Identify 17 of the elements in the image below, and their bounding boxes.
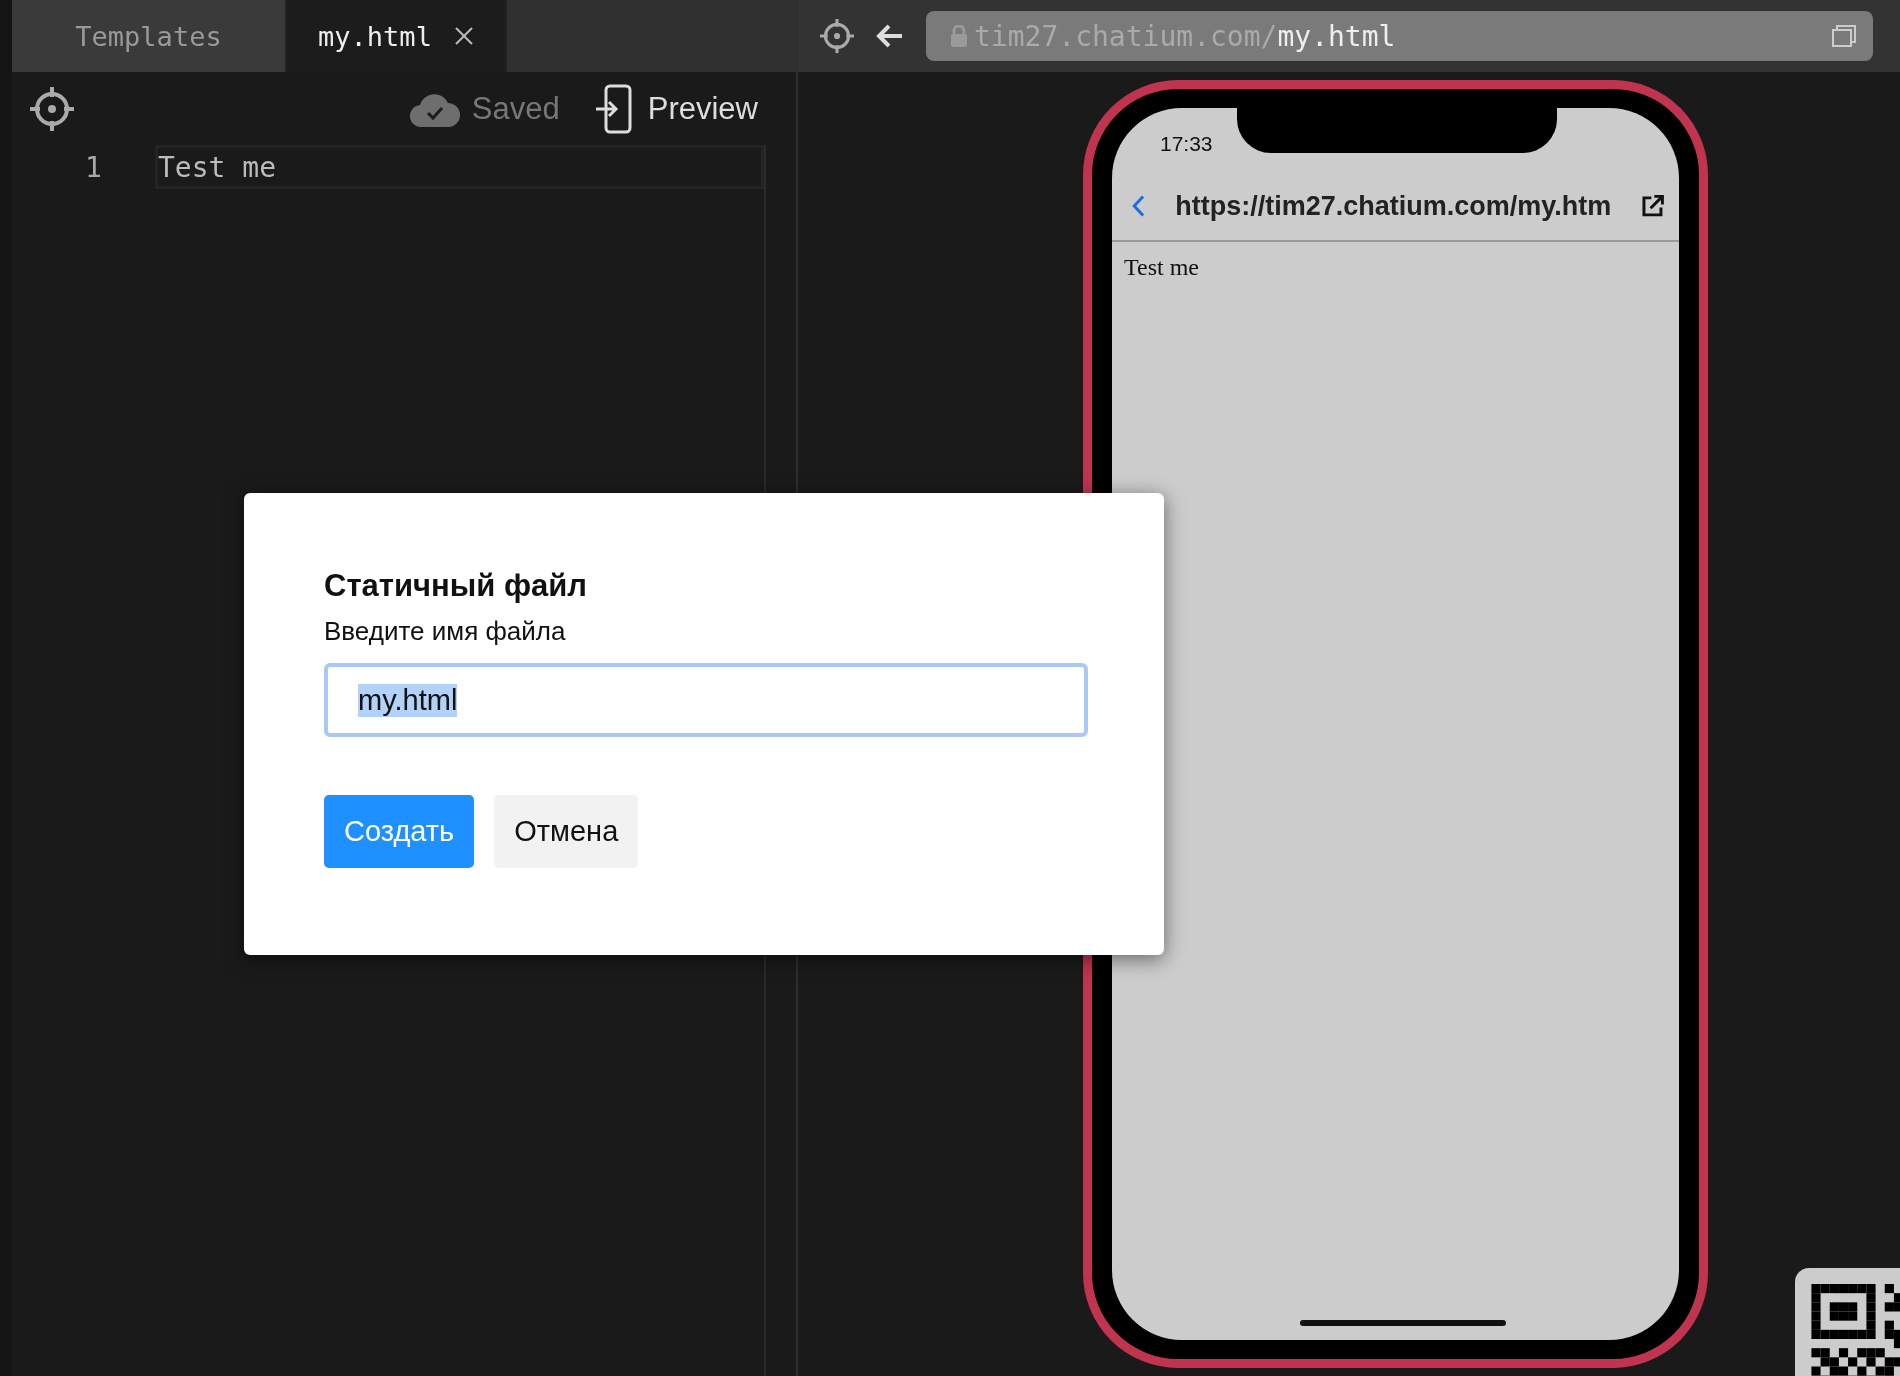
back-arrow-icon[interactable] [876, 23, 904, 49]
crosshair-icon[interactable] [30, 86, 74, 131]
crosshair-icon[interactable] [820, 19, 854, 53]
close-icon[interactable] [453, 26, 474, 46]
save-status: Saved [471, 90, 560, 127]
page-text: Test me [1124, 254, 1199, 281]
preview-button[interactable]: Preview [595, 83, 758, 134]
line-number: 1 [84, 150, 103, 184]
status-time: 17:33 [1160, 132, 1213, 156]
dialog-title: Статичный файл [324, 568, 589, 604]
filename-input-field[interactable]: my.html [324, 663, 1088, 737]
editor-tab[interactable]: my.html [287, 0, 507, 72]
page-url: https://tim27.chatium.com/my.htm [1175, 190, 1612, 222]
field-label: Введите имя файла [324, 616, 567, 647]
editor-tab[interactable]: Templates [12, 0, 287, 72]
cancel-button[interactable]: Отмена [494, 795, 639, 868]
phone-enter-icon [595, 83, 634, 134]
